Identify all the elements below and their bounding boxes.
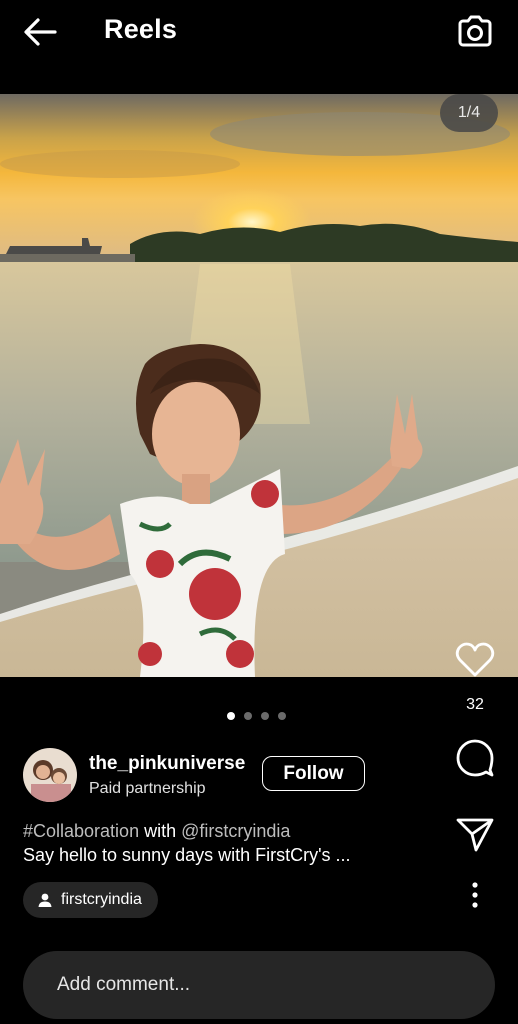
paid-partnership-label[interactable]: Paid partnership (89, 780, 206, 798)
caption-line: #Collaboration with @firstcryindia (23, 821, 290, 842)
carousel-dot (244, 712, 252, 720)
caption-hashtag[interactable]: #Collaboration (23, 821, 139, 841)
caption-text[interactable]: Say hello to sunny days with FirstCry's … (23, 845, 351, 866)
like-count: 32 (466, 696, 484, 713)
heart-icon[interactable] (454, 640, 496, 680)
avatar[interactable] (23, 748, 77, 802)
top-bar: Reels (0, 0, 518, 64)
page-title: Reels (104, 14, 178, 44)
caption-with: with (144, 821, 177, 841)
caption-mention[interactable]: @firstcryindia (181, 821, 290, 841)
send-icon[interactable] (454, 814, 496, 854)
follow-button[interactable]: Follow (262, 756, 365, 791)
comment-placeholder: Add comment... (57, 974, 191, 995)
post-photo[interactable] (0, 94, 518, 677)
carousel-dot (278, 712, 286, 720)
comment-input[interactable]: Add comment... (23, 951, 495, 1019)
carousel-dot (261, 712, 269, 720)
camera-icon[interactable] (456, 13, 494, 49)
carousel-dot (227, 712, 235, 720)
more-vertical-icon[interactable] (466, 880, 484, 912)
image-counter: 1/4 (440, 94, 498, 132)
comment-icon[interactable] (454, 738, 496, 780)
tagged-user-label: firstcryindia (61, 891, 142, 908)
author-username[interactable]: the_pinkuniverse (89, 753, 245, 775)
arrow-left-icon[interactable] (22, 16, 58, 48)
person-icon (38, 893, 52, 907)
tagged-user-chip[interactable]: firstcryindia (23, 882, 158, 918)
carousel-dots (227, 712, 286, 720)
